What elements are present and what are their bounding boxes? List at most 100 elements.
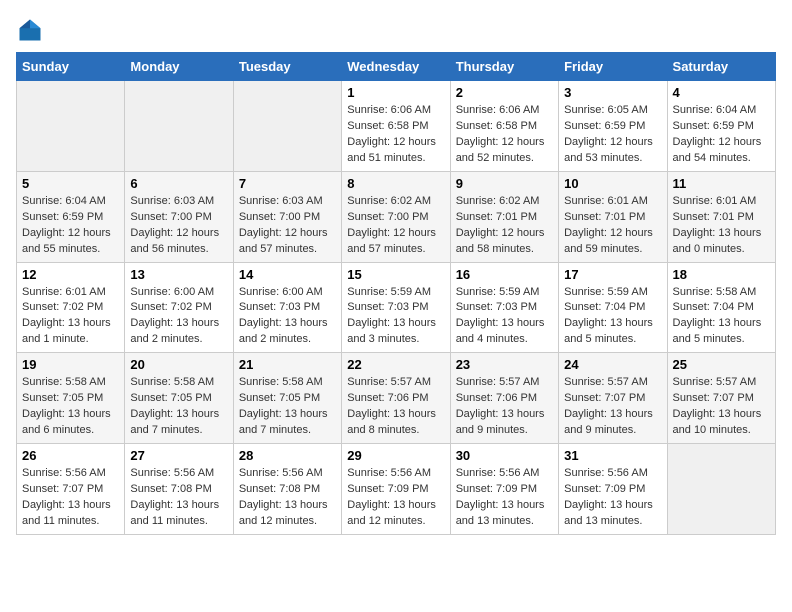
calendar-cell: 19 Sunrise: 5:58 AM Sunset: 7:05 PM Dayli… [17,353,125,444]
day-number: 8 [347,176,444,191]
week-row-1: 5 Sunrise: 6:04 AM Sunset: 6:59 PM Daylig… [17,171,776,262]
logo [16,16,48,44]
calendar-cell: 10Sunrise: 6:01 AM Sunset: 7:01 PM Dayli… [559,171,667,262]
day-number: 23 [456,357,553,372]
day-number: 24 [564,357,661,372]
calendar-cell: 7 Sunrise: 6:03 AM Sunset: 7:00 PM Daylig… [233,171,341,262]
day-info: Sunrise: 6:04 AM Sunset: 6:59 PM Dayligh… [22,194,119,258]
calendar-cell: 9 Sunrise: 6:02 AM Sunset: 7:01 PM Daylig… [450,171,558,262]
calendar-cell: 22 Sunrise: 5:57 AM Sunset: 7:06 PM Dayli… [342,353,450,444]
day-number: 6 [130,176,227,191]
day-number: 4 [673,85,770,100]
day-info: Sunrise: 5:56 AM Sunset: 7:07 PM Dayligh… [22,466,119,530]
day-number: 5 [22,176,119,191]
day-info: Sunrise: 6:00 AM Sunset: 7:02 PM Dayligh… [130,285,227,349]
day-number: 29 [347,448,444,463]
header-wednesday: Wednesday [342,53,450,81]
logo-icon [16,16,44,44]
calendar-cell: 24Sunrise: 5:57 AM Sunset: 7:07 PM Dayli… [559,353,667,444]
day-info: Sunrise: 5:56 AM Sunset: 7:08 PM Dayligh… [130,466,227,530]
calendar-cell: 11 Sunrise: 6:01 AM Sunset: 7:01 PM Dayli… [667,171,775,262]
day-info: Sunrise: 6:01 AM Sunset: 7:01 PM Dayligh… [673,194,770,258]
calendar-cell: 16 Sunrise: 5:59 AM Sunset: 7:03 PM Dayli… [450,262,558,353]
day-number: 26 [22,448,119,463]
day-number: 16 [456,267,553,282]
day-info: Sunrise: 5:56 AM Sunset: 7:09 PM Dayligh… [347,466,444,530]
calendar-cell: 21 Sunrise: 5:58 AM Sunset: 7:05 PM Dayli… [233,353,341,444]
day-number: 11 [673,176,770,191]
day-number: 27 [130,448,227,463]
header-friday: Friday [559,53,667,81]
day-info: Sunrise: 5:56 AM Sunset: 7:09 PM Dayligh… [564,466,661,530]
calendar-cell: 12 Sunrise: 6:01 AM Sunset: 7:02 PM Dayli… [17,262,125,353]
calendar-cell: 5 Sunrise: 6:04 AM Sunset: 6:59 PM Daylig… [17,171,125,262]
header-tuesday: Tuesday [233,53,341,81]
header-monday: Monday [125,53,233,81]
week-row-0: 1 Sunrise: 6:06 AM Sunset: 6:58 PM Daylig… [17,81,776,172]
day-number: 25 [673,357,770,372]
week-row-4: 26 Sunrise: 5:56 AM Sunset: 7:07 PM Dayli… [17,444,776,535]
day-number: 13 [130,267,227,282]
day-info: Sunrise: 6:02 AM Sunset: 7:01 PM Dayligh… [456,194,553,258]
day-number: 20 [130,357,227,372]
day-info: Sunrise: 5:57 AM Sunset: 7:07 PM Dayligh… [673,375,770,439]
calendar-cell: 6 Sunrise: 6:03 AM Sunset: 7:00 PM Daylig… [125,171,233,262]
calendar-cell: 1 Sunrise: 6:06 AM Sunset: 6:58 PM Daylig… [342,81,450,172]
day-number: 1 [347,85,444,100]
day-info: Sunrise: 6:06 AM Sunset: 6:58 PM Dayligh… [456,103,553,167]
calendar-cell: 14 Sunrise: 6:00 AM Sunset: 7:03 PM Dayli… [233,262,341,353]
page-header [16,16,776,44]
day-info: Sunrise: 6:05 AM Sunset: 6:59 PM Dayligh… [564,103,661,167]
day-number: 14 [239,267,336,282]
day-info: Sunrise: 6:03 AM Sunset: 7:00 PM Dayligh… [239,194,336,258]
day-info: Sunrise: 5:58 AM Sunset: 7:05 PM Dayligh… [239,375,336,439]
calendar-cell [233,81,341,172]
calendar-cell: 25 Sunrise: 5:57 AM Sunset: 7:07 PM Dayli… [667,353,775,444]
day-info: Sunrise: 6:03 AM Sunset: 7:00 PM Dayligh… [130,194,227,258]
calendar-cell: 15 Sunrise: 5:59 AM Sunset: 7:03 PM Dayli… [342,262,450,353]
week-row-2: 12 Sunrise: 6:01 AM Sunset: 7:02 PM Dayli… [17,262,776,353]
header-sunday: Sunday [17,53,125,81]
calendar-table: SundayMondayTuesdayWednesdayThursdayFrid… [16,52,776,535]
day-number: 2 [456,85,553,100]
day-number: 22 [347,357,444,372]
header-saturday: Saturday [667,53,775,81]
day-info: Sunrise: 6:01 AM Sunset: 7:02 PM Dayligh… [22,285,119,349]
day-info: Sunrise: 6:01 AM Sunset: 7:01 PM Dayligh… [564,194,661,258]
calendar-cell: 28 Sunrise: 5:56 AM Sunset: 7:08 PM Dayli… [233,444,341,535]
day-info: Sunrise: 5:58 AM Sunset: 7:05 PM Dayligh… [22,375,119,439]
day-number: 12 [22,267,119,282]
day-info: Sunrise: 5:57 AM Sunset: 7:06 PM Dayligh… [456,375,553,439]
day-info: Sunrise: 6:06 AM Sunset: 6:58 PM Dayligh… [347,103,444,167]
calendar-cell: 2 Sunrise: 6:06 AM Sunset: 6:58 PM Daylig… [450,81,558,172]
calendar-cell: 8Sunrise: 6:02 AM Sunset: 7:00 PM Daylig… [342,171,450,262]
day-number: 31 [564,448,661,463]
header-thursday: Thursday [450,53,558,81]
day-number: 19 [22,357,119,372]
calendar-cell: 31 Sunrise: 5:56 AM Sunset: 7:09 PM Dayli… [559,444,667,535]
day-info: Sunrise: 5:56 AM Sunset: 7:09 PM Dayligh… [456,466,553,530]
calendar-cell: 27 Sunrise: 5:56 AM Sunset: 7:08 PM Dayli… [125,444,233,535]
day-number: 3 [564,85,661,100]
calendar-cell: 29 Sunrise: 5:56 AM Sunset: 7:09 PM Dayli… [342,444,450,535]
header-row: SundayMondayTuesdayWednesdayThursdayFrid… [17,53,776,81]
day-info: Sunrise: 5:59 AM Sunset: 7:04 PM Dayligh… [564,285,661,349]
calendar-cell: 30Sunrise: 5:56 AM Sunset: 7:09 PM Dayli… [450,444,558,535]
day-info: Sunrise: 5:57 AM Sunset: 7:06 PM Dayligh… [347,375,444,439]
calendar-cell: 26 Sunrise: 5:56 AM Sunset: 7:07 PM Dayli… [17,444,125,535]
day-number: 9 [456,176,553,191]
day-info: Sunrise: 5:59 AM Sunset: 7:03 PM Dayligh… [456,285,553,349]
day-number: 7 [239,176,336,191]
day-info: Sunrise: 6:04 AM Sunset: 6:59 PM Dayligh… [673,103,770,167]
day-info: Sunrise: 5:59 AM Sunset: 7:03 PM Dayligh… [347,285,444,349]
calendar-cell: 4 Sunrise: 6:04 AM Sunset: 6:59 PM Daylig… [667,81,775,172]
calendar-cell: 23 Sunrise: 5:57 AM Sunset: 7:06 PM Dayli… [450,353,558,444]
day-number: 28 [239,448,336,463]
day-number: 15 [347,267,444,282]
week-row-3: 19 Sunrise: 5:58 AM Sunset: 7:05 PM Dayli… [17,353,776,444]
day-number: 21 [239,357,336,372]
day-info: Sunrise: 6:00 AM Sunset: 7:03 PM Dayligh… [239,285,336,349]
calendar-cell: 20Sunrise: 5:58 AM Sunset: 7:05 PM Dayli… [125,353,233,444]
day-info: Sunrise: 5:56 AM Sunset: 7:08 PM Dayligh… [239,466,336,530]
calendar-cell: 18Sunrise: 5:58 AM Sunset: 7:04 PM Dayli… [667,262,775,353]
